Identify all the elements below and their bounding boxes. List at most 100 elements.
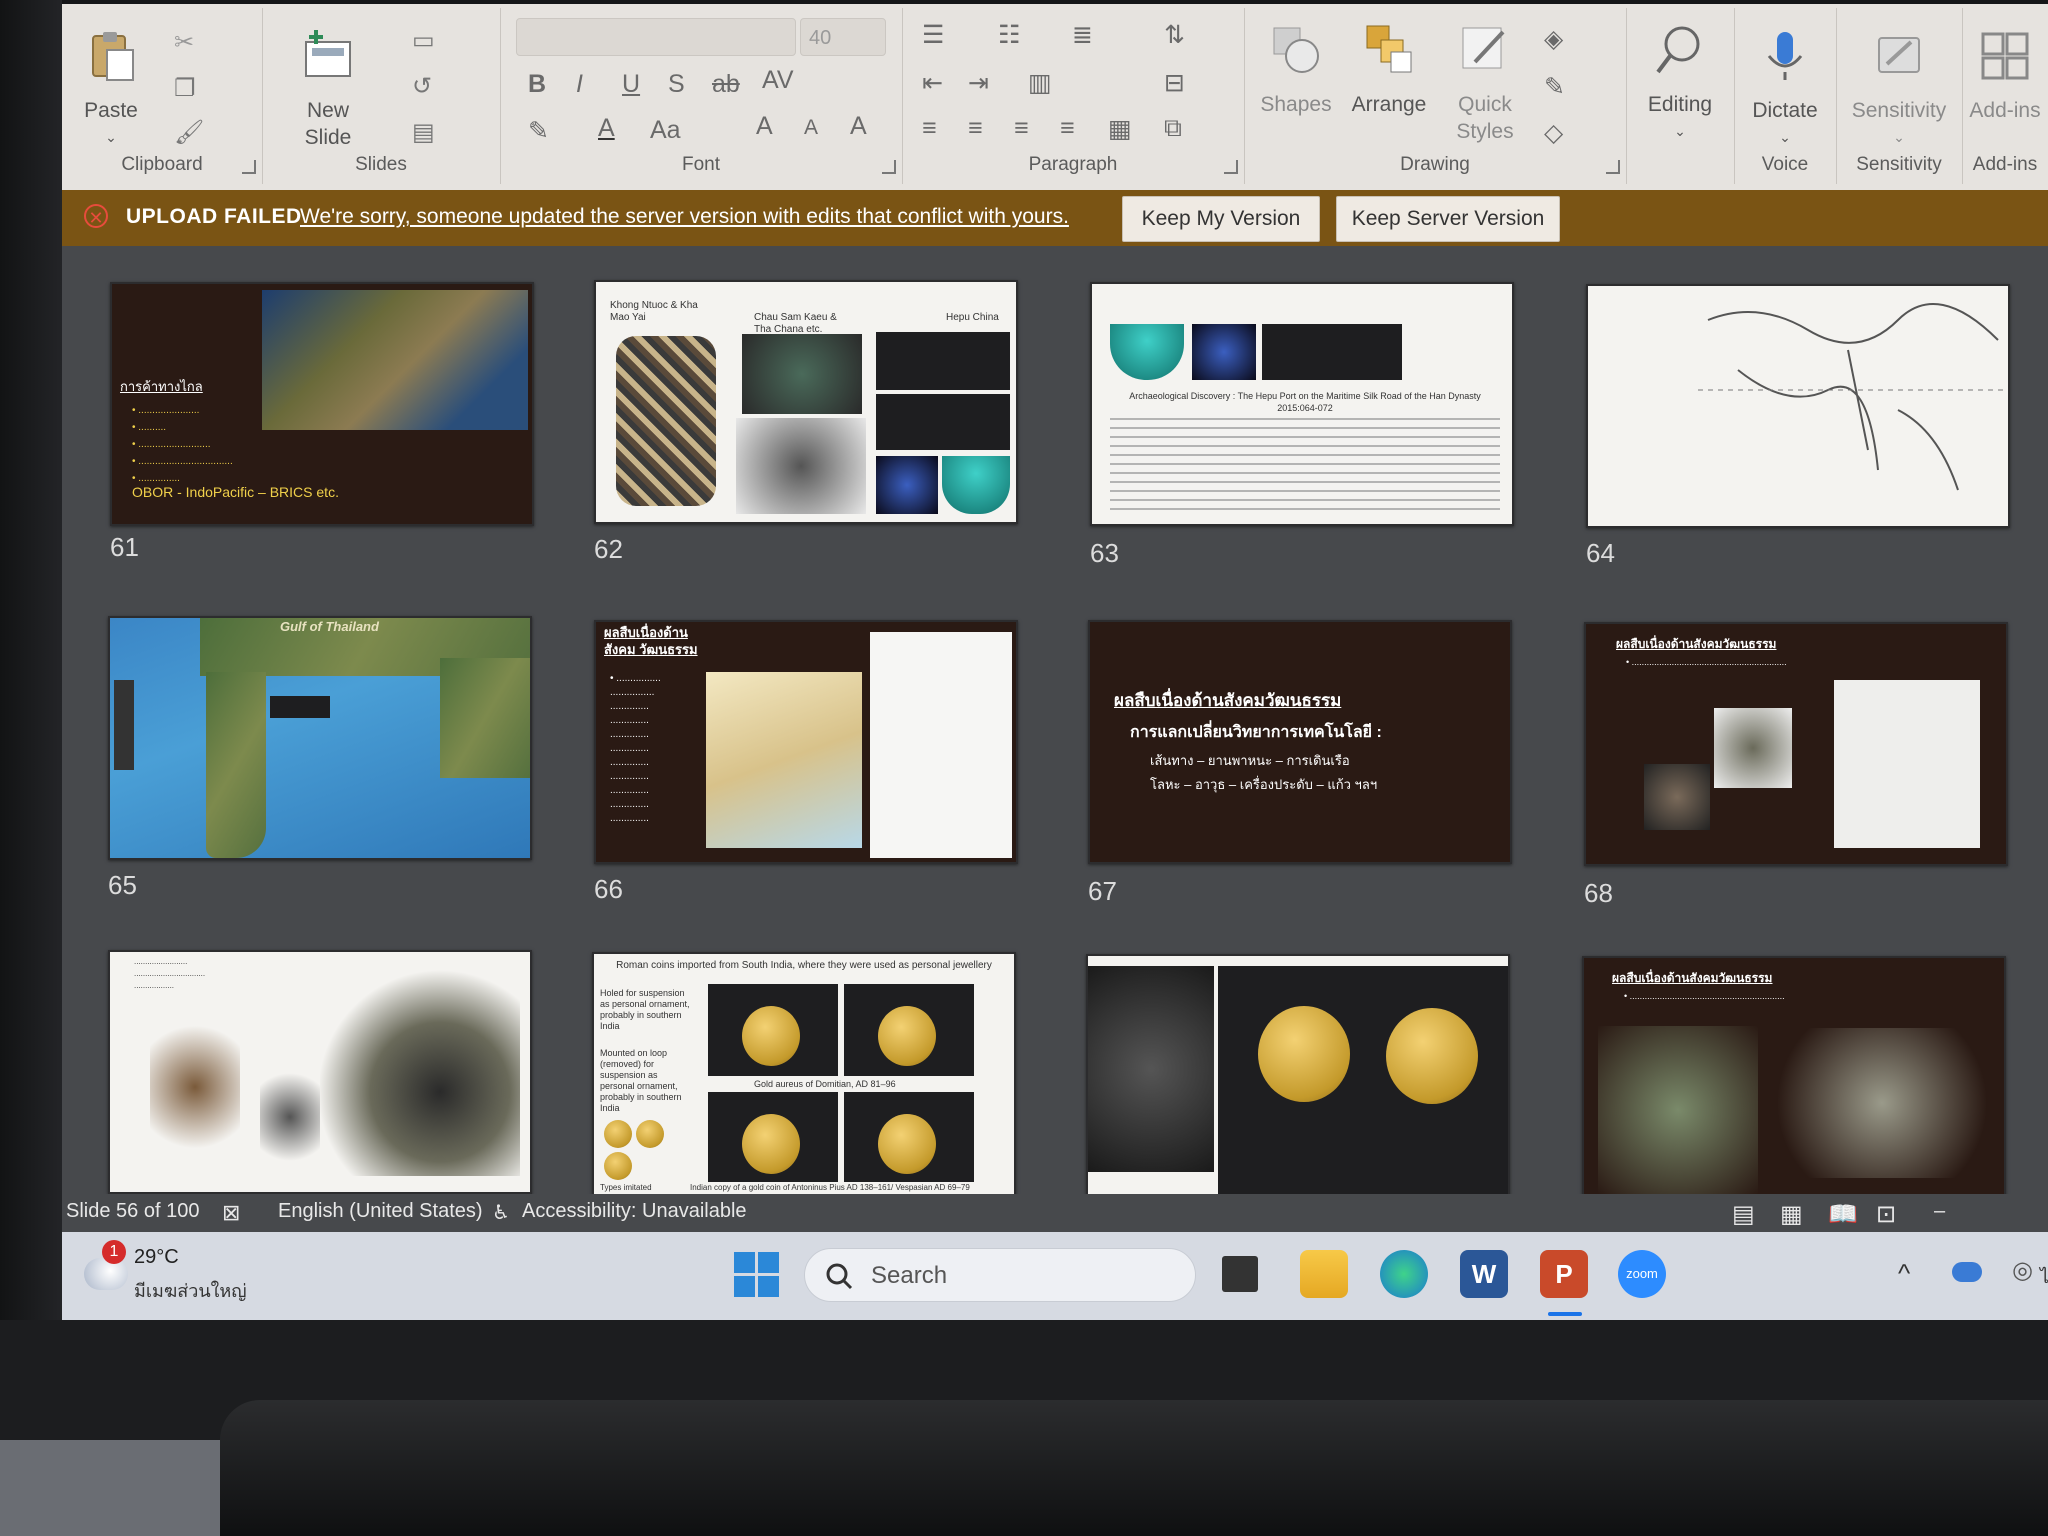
slide-72-title: ผลสืบเนื่องด้านสังคมวัฒนธรรม [1612, 971, 1773, 985]
slide-thumbnail-69[interactable]: ........................................… [108, 950, 532, 1194]
justify-icon[interactable]: ≡ [1060, 114, 1075, 143]
edge-browser-icon[interactable] [1380, 1250, 1428, 1298]
font-color-button[interactable]: A [598, 114, 615, 143]
shrink-font-button[interactable]: A [804, 116, 818, 140]
slide-thumbnail-67[interactable]: ผลสืบเนื่องด้านสังคมวัฒนธรรม การแลกเปลี่… [1088, 620, 1512, 864]
slide-thumbnail-66[interactable]: ผลสืบเนื่องด้านสังคม วัฒนธรรม • ........… [594, 620, 1018, 864]
line-spacing-icon[interactable]: ≣ [1072, 20, 1093, 50]
arrange-button[interactable]: Arrange [1344, 22, 1434, 118]
slide-thumbnail-68[interactable]: ผลสืบเนื่องด้านสังคมวัฒนธรรม • .........… [1584, 622, 2008, 866]
file-explorer-icon[interactable] [1300, 1250, 1348, 1298]
align-center-icon[interactable]: ≡ [968, 114, 983, 143]
paste-button[interactable]: Paste ⌄ [76, 28, 146, 151]
decrease-indent-icon[interactable]: ⇤ [922, 68, 943, 98]
underline-button[interactable]: U [622, 70, 640, 99]
dictate-button[interactable]: Dictate ⌄ [1740, 28, 1830, 151]
character-spacing-button[interactable]: AV [762, 66, 794, 95]
slide-sorter: การค้าทางไกล • ...................... • .… [62, 246, 2048, 1201]
smartart-icon[interactable]: ⧉ [1164, 114, 1182, 143]
slide-thumbnail-62[interactable]: Khong Ntuoc & Kha Mao Yai Chau Sam Kaeu … [594, 280, 1018, 524]
weather-icon[interactable] [84, 1258, 128, 1290]
editing-button[interactable]: Editing ⌄ [1636, 22, 1724, 145]
word-icon[interactable]: W [1460, 1250, 1508, 1298]
section-icon[interactable]: ▤ [412, 118, 442, 146]
language-status[interactable]: English (United States) [278, 1200, 483, 1223]
shadow-button[interactable]: S [668, 70, 685, 99]
layout-icon[interactable]: ▭ [412, 26, 442, 54]
slide-70-caption-1: Holed for suspension as personal ornamen… [600, 988, 690, 1031]
slide-thumbnail-63[interactable]: Archaeological Discovery : The Hepu Port… [1090, 282, 1514, 526]
shape-effects-icon[interactable]: ◇ [1544, 118, 1563, 148]
keep-server-version-button[interactable]: Keep Server Version [1336, 196, 1560, 242]
onedrive-icon[interactable] [1952, 1262, 1982, 1282]
editing-label: Editing [1647, 93, 1713, 116]
bullets-icon[interactable]: ☰ [922, 20, 944, 50]
font-size-input[interactable]: 40 [800, 18, 886, 56]
copy-icon[interactable]: ❐ [174, 74, 204, 102]
text-direction-icon[interactable]: ⇅ [1164, 20, 1185, 50]
zoom-out-icon[interactable]: – [1934, 1200, 1945, 1223]
task-view-icon[interactable] [1222, 1256, 1258, 1292]
distributed-icon[interactable]: ▦ [1108, 114, 1132, 144]
taskbar-search-box[interactable]: Search [804, 1248, 1196, 1302]
pottery-shards-image [150, 1012, 240, 1162]
sensitivity-button[interactable]: Sensitivity ⌄ [1842, 28, 1956, 151]
align-right-icon[interactable]: ≡ [1014, 114, 1029, 143]
slide-62-caption-1: Khong Ntuoc & Kha Mao Yai [610, 300, 698, 323]
accessibility-status[interactable]: Accessibility: Unavailable [522, 1200, 747, 1223]
slide-sorter-icon[interactable]: ▦ [1780, 1200, 1803, 1229]
weather-temperature[interactable]: 29°C [134, 1246, 179, 1269]
dialog-launcher-icon[interactable] [1606, 160, 1620, 174]
new-slide-label-2: Slide [304, 126, 352, 149]
powerpoint-icon[interactable]: P [1540, 1250, 1588, 1298]
route-map-image [706, 672, 862, 848]
cut-icon[interactable]: ✂ [174, 28, 204, 56]
slide-thumbnail-72[interactable]: ผลสืบเนื่องด้านสังคมวัฒนธรรม • .........… [1582, 956, 2006, 1200]
wifi-icon[interactable]: ◎ [2012, 1256, 2033, 1285]
slide-number: 68 [1584, 878, 1613, 908]
slide-thumbnail-65[interactable]: Gulf of Thailand [108, 616, 532, 860]
slide-thumbnail-64[interactable] [1586, 284, 2010, 528]
shape-outline-icon[interactable]: ✎ [1544, 72, 1565, 102]
voice-group: Dictate ⌄ Voice [1734, 8, 1837, 184]
weather-description[interactable]: มีเมฆส่วนใหญ่ [134, 1276, 247, 1305]
slide-thumbnail-71[interactable] [1086, 954, 1510, 1198]
quick-styles-button[interactable]: Quick Styles [1440, 22, 1530, 145]
dialog-launcher-icon[interactable] [882, 160, 896, 174]
zoom-app-icon[interactable]: zoom [1618, 1250, 1666, 1298]
keep-my-version-button[interactable]: Keep My Version [1122, 196, 1320, 242]
bold-button[interactable]: B [528, 70, 546, 99]
new-slide-button[interactable]: New Slide [288, 28, 368, 151]
input-language[interactable]: ไทย [2040, 1262, 2048, 1291]
shapes-button[interactable]: Shapes [1256, 22, 1336, 118]
windows-start-icon[interactable] [734, 1252, 780, 1298]
increase-indent-icon[interactable]: ⇥ [968, 68, 989, 98]
align-left-icon[interactable]: ≡ [922, 114, 937, 143]
error-message-link[interactable]: We're sorry, someone updated the server … [300, 205, 1069, 229]
shape-fill-icon[interactable]: ◈ [1544, 24, 1563, 54]
chevron-up-icon[interactable]: ^ [1898, 1258, 1910, 1289]
normal-view-icon[interactable]: ▤ [1732, 1200, 1755, 1229]
slideshow-icon[interactable]: ⊡ [1876, 1200, 1896, 1229]
dialog-launcher-icon[interactable] [1224, 160, 1238, 174]
align-text-icon[interactable]: ⊟ [1164, 68, 1185, 98]
highlight-icon[interactable]: ✎ [528, 116, 549, 146]
addins-button[interactable]: Add-ins [1962, 28, 2048, 124]
dialog-launcher-icon[interactable] [242, 160, 256, 174]
coin-photo-4 [844, 1092, 974, 1182]
slide-thumbnail-70[interactable]: Roman coins imported from South India, w… [592, 952, 1016, 1196]
columns-icon[interactable]: ▥ [1028, 68, 1052, 98]
grow-font-button[interactable]: A [756, 112, 773, 141]
strikethrough-button[interactable]: ab [712, 70, 740, 99]
spell-check-icon[interactable]: ⊠ [222, 1200, 240, 1226]
chevron-down-icon: ⌄ [105, 129, 117, 145]
reset-icon[interactable]: ↺ [412, 72, 442, 100]
font-name-input[interactable] [516, 18, 796, 56]
format-painter-icon[interactable]: 🖌 [174, 118, 204, 146]
change-case-button[interactable]: Aa [650, 116, 681, 145]
italic-button[interactable]: I [576, 70, 583, 99]
numbering-icon[interactable]: ☷ [998, 20, 1020, 50]
clear-formatting-button[interactable]: A [850, 112, 867, 141]
reading-view-icon[interactable]: 📖 [1828, 1200, 1858, 1229]
slide-thumbnail-61[interactable]: การค้าทางไกล • ...................... • .… [110, 282, 534, 526]
